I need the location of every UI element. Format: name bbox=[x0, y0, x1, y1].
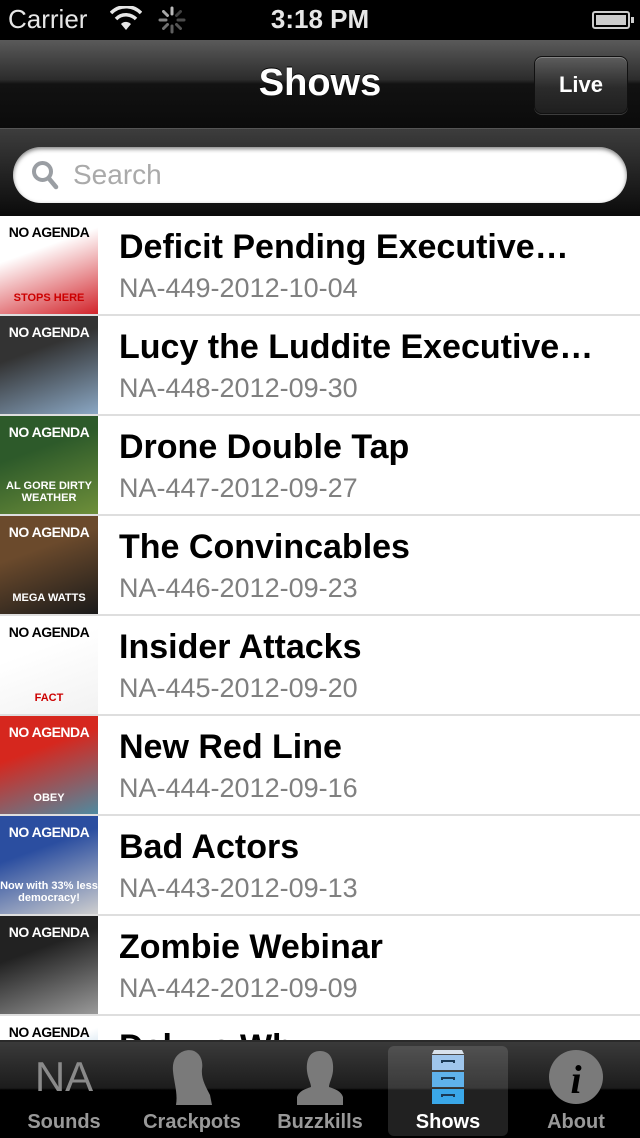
live-button[interactable]: Live bbox=[534, 56, 628, 114]
artwork-title: NO AGENDA bbox=[8, 224, 90, 240]
show-row[interactable]: NO AGENDA MEGA WATTS The Convincables NA-44… bbox=[0, 516, 640, 616]
show-artwork: NO AGENDA OBEY bbox=[0, 716, 98, 814]
show-artwork: NO AGENDA MEGA WATTS bbox=[0, 516, 98, 614]
file-cabinet-icon bbox=[388, 1048, 508, 1106]
tab-about[interactable]: i About bbox=[516, 1046, 636, 1136]
show-id: NA-446-2012-09-23 bbox=[119, 573, 358, 603]
search-icon bbox=[32, 161, 59, 190]
wifi-icon bbox=[110, 6, 142, 30]
artwork-title: NO AGENDA bbox=[8, 324, 90, 340]
show-artwork: NO AGENDA STOPS HERE bbox=[0, 216, 98, 314]
show-id: NA-447-2012-09-27 bbox=[119, 473, 358, 503]
clock: 3:18 PM bbox=[270, 4, 370, 34]
tab-shows[interactable]: Shows bbox=[388, 1046, 508, 1136]
artwork-title: NO AGENDA bbox=[8, 424, 90, 440]
show-id: NA-448-2012-09-30 bbox=[119, 373, 358, 403]
show-title: Lucy the Luddite Executive… bbox=[119, 328, 594, 366]
show-id: NA-442-2012-09-09 bbox=[119, 973, 358, 1003]
show-row[interactable]: NO AGENDA OBEY New Red Line NA-444-2012-09-… bbox=[0, 716, 640, 816]
artwork-title: NO AGENDA bbox=[8, 724, 90, 740]
tab-bar: NA Sounds Crackpots Buzzkills Shows i Ab… bbox=[0, 1040, 640, 1138]
svg-text:i: i bbox=[570, 1057, 581, 1102]
search-field[interactable] bbox=[13, 147, 627, 203]
show-title: Deficit Pending Executive… bbox=[119, 228, 569, 266]
navigation-bar: Shows Live bbox=[0, 40, 640, 129]
buzzkill-silhouette-icon bbox=[260, 1048, 380, 1106]
carrier-label: Carrier bbox=[8, 4, 88, 34]
show-artwork: NO AGENDA Now with 33% less democracy! bbox=[0, 816, 98, 914]
show-id: NA-444-2012-09-16 bbox=[119, 773, 358, 803]
show-row[interactable]: NO AGENDA STOPS HERE Deficit Pending Execu… bbox=[0, 216, 640, 316]
show-row[interactable]: NO AGENDA Now with 33% less democracy! Bad… bbox=[0, 816, 640, 916]
artwork-title: NO AGENDA bbox=[8, 924, 90, 940]
tab-label: Buzzkills bbox=[277, 1111, 363, 1133]
artwork-caption: FACT bbox=[34, 692, 64, 704]
artwork-caption: OBEY bbox=[33, 792, 65, 804]
show-id: NA-445-2012-09-20 bbox=[119, 673, 358, 703]
artwork-title: NO AGENDA bbox=[8, 1024, 90, 1040]
artwork-caption: MEGA WATTS bbox=[12, 592, 86, 604]
artwork-caption: AL GORE DIRTY WEATHER bbox=[6, 480, 92, 504]
show-title: Zombie Webinar bbox=[119, 928, 383, 966]
show-id: NA-449-2012-10-04 bbox=[119, 273, 358, 303]
show-row[interactable]: NO AGENDA Lucy the Luddite Executive… NA-4… bbox=[0, 316, 640, 416]
show-row[interactable]: NO AGENDA Zombie Webinar NA-442-2012-09-09 bbox=[0, 916, 640, 1016]
tab-sounds[interactable]: NA Sounds bbox=[4, 1046, 124, 1136]
artwork-caption: Now with 33% less democracy! bbox=[0, 880, 98, 904]
tab-label: Shows bbox=[415, 1111, 481, 1133]
show-artwork: NO AGENDA bbox=[0, 316, 98, 414]
show-artwork: NO AGENDA AL GORE DIRTY WEATHER bbox=[0, 416, 98, 514]
search-input[interactable] bbox=[71, 158, 575, 192]
show-title: New Red Line bbox=[119, 728, 342, 766]
show-artwork: NO AGENDA FACT bbox=[0, 616, 98, 714]
status-bar: Carrier 3:18 PM bbox=[0, 0, 640, 40]
tab-label: About bbox=[547, 1111, 605, 1133]
tab-label: Crackpots bbox=[143, 1111, 241, 1133]
search-bar bbox=[0, 128, 640, 217]
artwork-caption: STOPS HERE bbox=[13, 292, 85, 304]
show-title: The Convincables bbox=[119, 528, 410, 566]
show-artwork: NO AGENDA bbox=[0, 916, 98, 1014]
battery-icon bbox=[592, 11, 634, 29]
artwork-title: NO AGENDA bbox=[8, 624, 90, 640]
tab-label: Sounds bbox=[27, 1111, 101, 1133]
activity-spinner-icon bbox=[158, 6, 186, 34]
tab-crackpots[interactable]: Crackpots bbox=[132, 1046, 252, 1136]
na-text-icon: NA bbox=[34, 1053, 94, 1100]
show-row[interactable]: NO AGENDA FACT Insider Attacks NA-445-2012-… bbox=[0, 616, 640, 716]
show-row[interactable]: NO AGENDA AL GORE DIRTY WEATHER Drone Doub… bbox=[0, 416, 640, 516]
show-title: Drone Double Tap bbox=[119, 428, 410, 466]
info-icon: i bbox=[516, 1048, 636, 1106]
tab-buzzkills[interactable]: Buzzkills bbox=[260, 1046, 380, 1136]
artwork-title: NO AGENDA bbox=[8, 824, 90, 840]
show-id: NA-443-2012-09-13 bbox=[119, 873, 358, 903]
artwork-title: NO AGENDA bbox=[8, 524, 90, 540]
shows-list[interactable]: NO AGENDA STOPS HERE Deficit Pending Execu… bbox=[0, 216, 640, 1046]
show-title: Bad Actors bbox=[119, 828, 300, 866]
show-title: Insider Attacks bbox=[119, 628, 362, 666]
crackpot-silhouette-icon bbox=[132, 1048, 252, 1106]
